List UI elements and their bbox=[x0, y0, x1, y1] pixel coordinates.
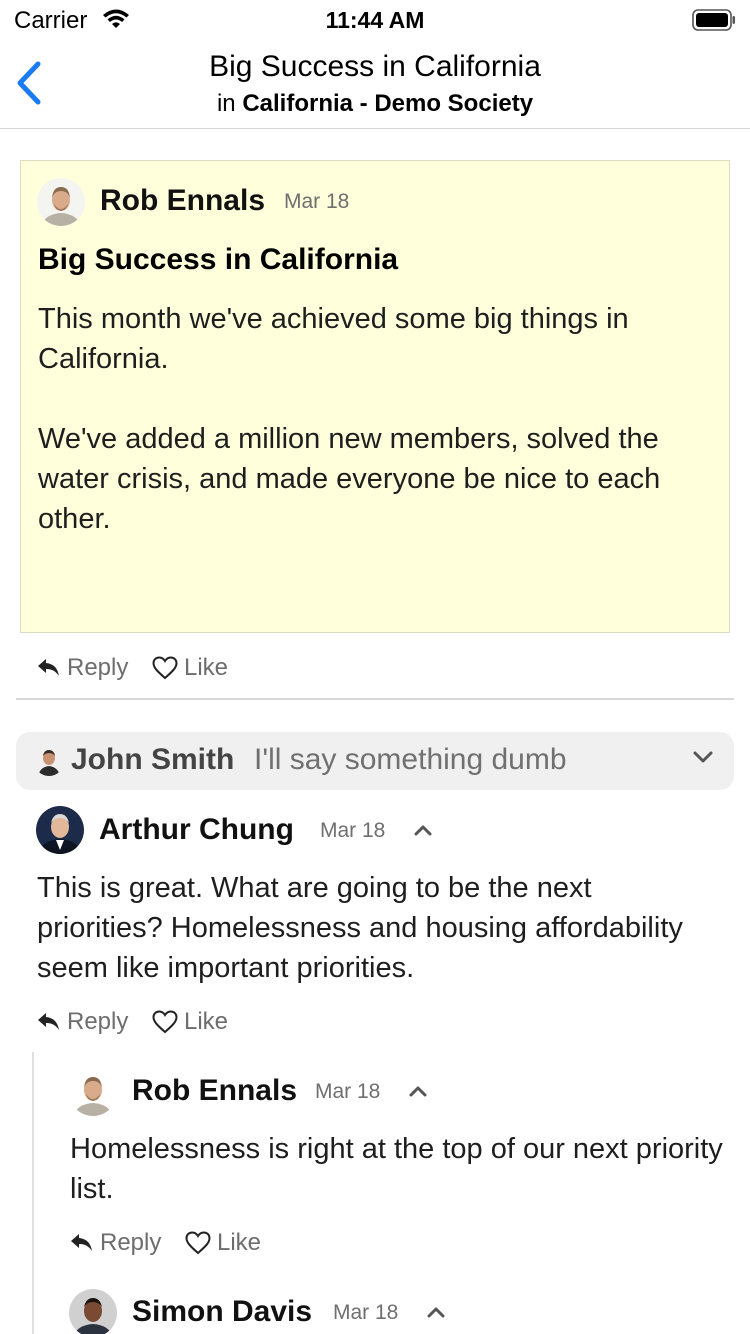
chevron-up-icon[interactable] bbox=[426, 1305, 446, 1319]
page-title: Big Success in California bbox=[209, 50, 541, 83]
post-title: Big Success in California bbox=[38, 243, 399, 276]
divider bbox=[16, 698, 734, 700]
collapsed-comment-author: John Smith bbox=[71, 743, 235, 776]
comment-date: Mar 18 bbox=[333, 1301, 399, 1324]
like-button[interactable]: Like bbox=[152, 1008, 228, 1036]
reply-button[interactable]: Reply bbox=[70, 1229, 161, 1257]
avatar[interactable] bbox=[36, 806, 84, 854]
thread-line bbox=[32, 1052, 34, 1334]
post-author[interactable]: Rob Ennals bbox=[100, 184, 265, 218]
chevron-up-icon[interactable] bbox=[408, 1084, 428, 1098]
reply-label: Reply bbox=[67, 1008, 129, 1035]
collapsed-comment[interactable]: John Smith I'll say something dumb bbox=[16, 732, 734, 790]
comment-author[interactable]: Rob Ennals bbox=[132, 1074, 297, 1108]
avatar[interactable] bbox=[69, 1289, 117, 1334]
nav-bar: Big Success in California in California … bbox=[0, 40, 750, 129]
page-subtitle: in California - Demo Society bbox=[0, 90, 750, 118]
avatar[interactable] bbox=[69, 1068, 117, 1116]
collapsed-comment-preview: I'll say something dumb bbox=[254, 743, 567, 776]
comment-date: Mar 18 bbox=[320, 819, 386, 842]
reply-arrow-icon bbox=[38, 1013, 59, 1030]
post-date: Mar 18 bbox=[284, 190, 350, 213]
reply-button[interactable]: Reply bbox=[37, 654, 128, 682]
reply-label: Reply bbox=[100, 1229, 162, 1256]
comment-author[interactable]: Simon Davis bbox=[132, 1295, 312, 1329]
like-label: Like bbox=[217, 1229, 262, 1256]
comment-text: Homelessness is right at the top of our … bbox=[70, 1133, 723, 1205]
avatar[interactable] bbox=[37, 178, 85, 226]
group-name[interactable]: California - Demo Society bbox=[242, 90, 533, 117]
post-body: This month we've achieved some big thing… bbox=[38, 303, 661, 535]
comment-date: Mar 18 bbox=[315, 1080, 381, 1103]
comment-text: This is great. What are going to be the … bbox=[37, 872, 683, 984]
clock: 11:44 AM bbox=[325, 7, 425, 33]
chevron-up-icon[interactable] bbox=[413, 823, 433, 837]
heart-outline-icon bbox=[152, 656, 178, 680]
avatar bbox=[34, 746, 64, 776]
like-label: Like bbox=[184, 1008, 229, 1035]
like-label: Like bbox=[184, 654, 229, 681]
reply-button[interactable]: Reply bbox=[37, 1008, 128, 1036]
subtitle-prefix: in bbox=[216, 90, 236, 117]
comment-author[interactable]: Arthur Chung bbox=[99, 813, 294, 847]
like-button[interactable]: Like bbox=[185, 1229, 261, 1257]
chevron-down-icon[interactable] bbox=[692, 750, 714, 764]
heart-outline-icon bbox=[185, 1231, 211, 1255]
post-card: Rob Ennals Mar 18 Big Success in Califor… bbox=[20, 160, 730, 633]
reply-label: Reply bbox=[67, 654, 129, 681]
battery-icon bbox=[692, 9, 735, 31]
reply-arrow-icon bbox=[38, 659, 59, 676]
status-bar: Carrier 11:44 AM bbox=[0, 0, 750, 40]
heart-outline-icon bbox=[152, 1010, 178, 1034]
reply-arrow-icon bbox=[71, 1234, 92, 1251]
like-button[interactable]: Like bbox=[152, 654, 228, 682]
